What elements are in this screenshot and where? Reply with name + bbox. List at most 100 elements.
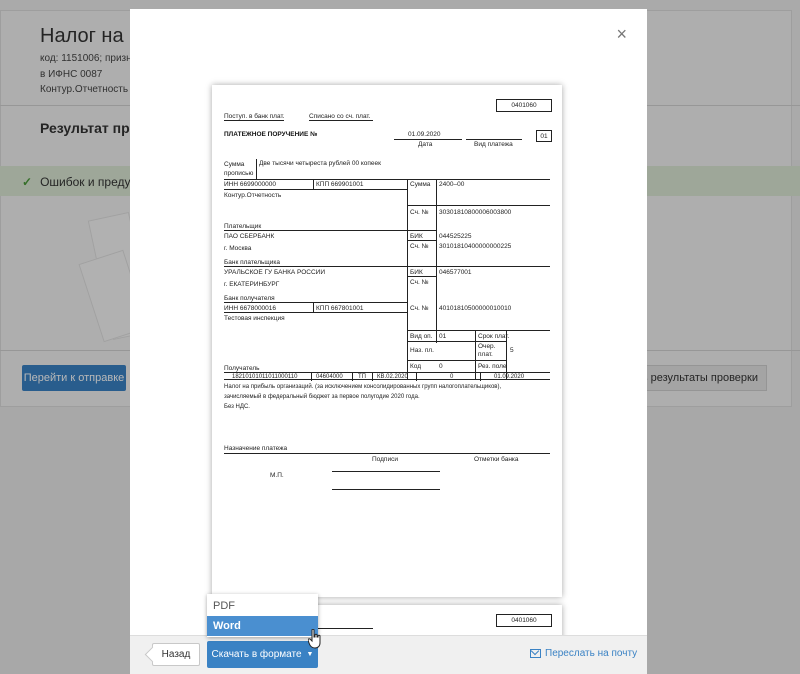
caret-down-icon: ▼ <box>306 651 314 658</box>
payee-bank: УРАЛЬСКОЕ ГУ БАНКА РОССИИ <box>224 269 326 276</box>
received-label: Поступ. в банк плат. <box>224 113 285 120</box>
signature-line <box>332 471 440 472</box>
sum-label: Сумма <box>410 181 431 188</box>
account-label: Сч. № <box>410 279 429 286</box>
hand-cursor-icon <box>308 629 321 649</box>
rule <box>407 330 550 331</box>
back-button[interactable]: Назад <box>152 643 200 666</box>
form-code: 0401060 <box>496 614 552 627</box>
doc-number-value: 0 <box>450 374 454 380</box>
rule <box>224 230 436 231</box>
payee-inn: ИНН 6678000016 <box>224 305 277 312</box>
payer-bank: ПАО СБЕРБАНК <box>224 233 275 240</box>
payer-kpp: КПП 669901001 <box>316 181 364 188</box>
status-code: 01 <box>536 130 552 142</box>
purpose-line: зачисляемый в федеральный бюджет за перв… <box>224 394 420 400</box>
envelope-icon <box>530 649 541 658</box>
payer-label: Плательщик <box>224 223 262 230</box>
rule <box>407 205 550 206</box>
send-email-label: Переслать на почту <box>545 648 638 659</box>
stamp-label: М.П. <box>270 472 284 479</box>
reserve-label: Рез. поле <box>478 363 507 370</box>
signature-line <box>332 489 440 490</box>
rule <box>256 159 257 179</box>
term-label: Срок плат. <box>478 333 510 340</box>
payer-bank-city: г. Москва <box>224 245 252 252</box>
payee-account: 40101810500000010010 <box>439 305 512 312</box>
purpose-heading: Назначение платежа <box>224 445 288 452</box>
rule <box>311 372 312 381</box>
amount-words-label: Сумма прописью <box>224 161 254 177</box>
date-label: Дата <box>418 141 433 148</box>
oktmo-value: 04604000 <box>316 374 343 380</box>
download-format-label: Скачать в формате <box>211 649 302 660</box>
payment-type-label: Вид платежа <box>474 141 513 148</box>
modal-footer: Назад Скачать в формате ▼ Переслать на по… <box>130 635 647 674</box>
account-label: Сч. № <box>410 243 429 250</box>
account-label: Сч. № <box>410 209 429 216</box>
rule <box>224 372 550 373</box>
format-dropdown: PDF Word <box>207 594 318 637</box>
close-icon[interactable]: × <box>616 25 627 43</box>
rule <box>224 453 550 454</box>
rule <box>313 302 314 312</box>
send-email-link[interactable]: Переслать на почту <box>530 648 637 659</box>
payee-bik: 046577001 <box>439 269 472 276</box>
code-value: 0 <box>439 363 443 370</box>
signatures-label: Подписи <box>372 456 398 463</box>
rule <box>224 120 284 121</box>
bik-label: БИК <box>410 269 423 276</box>
account-label: Сч. № <box>410 305 429 312</box>
back-button-label: Назад <box>161 649 191 660</box>
payee-label: Получатель <box>224 365 260 372</box>
rule <box>436 179 437 343</box>
amount-words: Две тысячи четыреста рублей 00 копеек <box>259 160 381 167</box>
rule <box>224 266 550 267</box>
download-format-button[interactable]: Скачать в формате ▼ <box>207 641 318 668</box>
rule <box>407 240 436 241</box>
payee-name: Тестовая инспекция <box>224 315 285 322</box>
order-value: 5 <box>510 347 514 354</box>
op-type-label: Вид оп. <box>410 333 433 340</box>
rule <box>224 189 407 190</box>
payment-date: 01.09.2020 <box>408 131 441 138</box>
bik-label: БИК <box>410 233 423 240</box>
purpose-code-label: Наз. пл. <box>410 347 434 354</box>
rule <box>313 179 314 189</box>
payer-bank-account: 30101810400000000225 <box>439 243 512 250</box>
code-label: Код <box>410 363 422 370</box>
debited-label: Списано со сч. плат. <box>309 113 371 120</box>
document-preview-modal: × 0401060 Поступ. в банк плат. Списано с… <box>130 9 647 674</box>
purpose-line: Налог на прибыль организаций. (за исключ… <box>224 384 502 390</box>
payee-kpp: КПП 667801001 <box>316 305 364 312</box>
rule <box>394 139 462 140</box>
rule <box>407 341 506 342</box>
rule <box>372 372 373 381</box>
rule <box>224 312 407 313</box>
op-type-value: 01 <box>439 333 447 340</box>
kbk-value: 18210101011011000110 <box>232 374 298 380</box>
rule <box>407 360 506 361</box>
rule <box>407 276 436 277</box>
rule <box>309 120 373 121</box>
sum-value: 2400–00 <box>439 181 465 188</box>
purpose-line: Без НДС. <box>224 404 250 410</box>
payment-order-document: 0401060 Поступ. в банк плат. Списано со … <box>212 85 562 597</box>
payer-inn: ИНН 6699000000 <box>224 181 277 188</box>
rule <box>224 302 407 303</box>
rule <box>416 372 417 381</box>
payer-bank-label: Банк плательщика <box>224 259 280 266</box>
format-option-word[interactable]: Word <box>207 616 318 636</box>
rule <box>407 179 408 379</box>
format-option-pdf[interactable]: PDF <box>207 596 318 616</box>
bank-marks-label: Отметки банка <box>474 456 519 463</box>
basis-value: ТП <box>358 374 366 380</box>
order-label: Очер. плат. <box>478 343 496 358</box>
payee-bank-label: Банк получателя <box>224 295 275 302</box>
payer-name: Контур.Отчетность <box>224 192 282 199</box>
doc-date-value: 01.09.2020 <box>494 374 525 380</box>
payee-bank-city: г. ЕКАТЕРИНБУРГ <box>224 281 280 288</box>
payer-account: 30301810800006003800 <box>439 209 512 216</box>
rule <box>224 179 550 180</box>
rule <box>480 372 481 381</box>
